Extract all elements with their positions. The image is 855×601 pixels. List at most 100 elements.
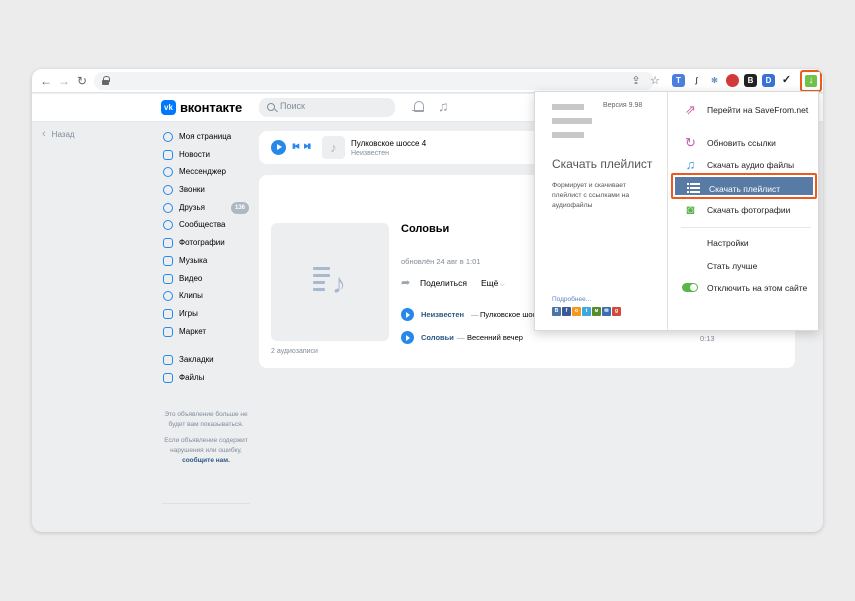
nav-item-label: Друзья xyxy=(179,202,205,212)
odnoklassniki-share-icon[interactable]: о xyxy=(572,307,581,316)
menu-item-go-to-savefrom[interactable]: ⇗ Перейти на SaveFrom.net xyxy=(669,99,819,121)
track-dash: — xyxy=(471,310,479,319)
previous-track-icon[interactable]: ▮◀ xyxy=(292,142,299,150)
nav-item-messenger[interactable]: Мессенджер xyxy=(160,165,252,183)
nav-item-label: Закладки xyxy=(179,355,214,365)
player-track-artist[interactable]: Неизвестен xyxy=(351,150,389,157)
translate-extension-icon[interactable]: T xyxy=(672,74,685,87)
play-icon[interactable] xyxy=(401,308,414,321)
nav-item-my-page[interactable]: Моя страница xyxy=(160,130,252,148)
track-duration: 0:13 xyxy=(700,334,715,343)
nav-item-music[interactable]: Музыка xyxy=(160,254,252,272)
google-plus-share-icon[interactable]: g xyxy=(612,307,621,316)
next-track-icon[interactable]: ▶▮ xyxy=(304,142,311,150)
pokeball-extension-icon[interactable] xyxy=(726,74,739,87)
menu-item-refresh-links[interactable]: ↻ Обновить ссылки xyxy=(669,132,819,154)
track-artist[interactable]: Соловьи xyxy=(421,333,454,342)
address-bar[interactable] xyxy=(94,72,654,90)
nav-item-label: Сообщества xyxy=(179,220,226,230)
nav-item-files[interactable]: Файлы xyxy=(160,371,252,389)
menu-item-download-playlist[interactable]: Скачать плейлист xyxy=(671,173,817,199)
nav-item-video[interactable]: Видео xyxy=(160,272,252,290)
nav-item-games[interactable]: Игры xyxy=(160,307,252,325)
puzzle-extension-icon[interactable]: ✻ xyxy=(708,74,721,87)
camera-icon: ◙ xyxy=(686,202,695,217)
bell-icon[interactable] xyxy=(412,100,424,113)
playlist-cover-icon: ♪ xyxy=(313,263,349,299)
nav-item-calls[interactable]: Звонки xyxy=(160,183,252,201)
hook-extension-icon[interactable]: ʃ xyxy=(690,74,703,87)
nav-item-label: Клипы xyxy=(179,291,203,301)
menu-item-label: Скачать фотографии xyxy=(707,205,791,215)
moimir-share-icon[interactable]: м xyxy=(592,307,601,316)
savefrom-feature-title: Скачать плейлист xyxy=(552,157,653,171)
share-button[interactable]: Поделиться xyxy=(420,278,467,288)
vk-logo[interactable]: vk xyxy=(161,100,176,115)
play-icon[interactable] xyxy=(401,331,414,344)
share-page-icon[interactable]: ⇪ xyxy=(629,74,643,88)
share-icon[interactable]: ➦ xyxy=(401,276,410,289)
ad-divider xyxy=(162,503,250,504)
news-icon xyxy=(163,149,173,160)
placeholder-bar xyxy=(552,104,584,110)
nav-item-label: Музыка xyxy=(179,255,208,265)
menu-item-label: Настройки xyxy=(707,238,749,248)
browser-window: ← → ↻ ⇪ ☆ T ʃ ✻ B D ✓ ↓ vk вконтакте Пои… xyxy=(32,69,823,532)
b-extension-icon[interactable]: B xyxy=(744,74,757,87)
mail-share-icon[interactable]: ✉ xyxy=(602,307,611,316)
check-extension-icon[interactable]: ✓ xyxy=(780,74,793,87)
vk-brand-name[interactable]: вконтакте xyxy=(180,100,242,115)
back-link[interactable]: ‹ Назад xyxy=(42,128,75,140)
nav-item-label: Новости xyxy=(179,149,210,159)
nav-item-label: Звонки xyxy=(179,185,205,195)
nav-item-bookmarks[interactable]: Закладки xyxy=(160,353,252,371)
refresh-icon: ↻ xyxy=(685,135,696,150)
nav-item-friends[interactable]: Друзья 136 xyxy=(160,201,252,219)
menu-item-label: Скачать аудио файлы xyxy=(707,160,795,170)
menu-item-label: Перейти на SaveFrom.net xyxy=(707,105,809,115)
file-icon xyxy=(163,372,173,383)
search-icon xyxy=(267,103,275,111)
ad-report-label: Если объявление содержит нарушения или о… xyxy=(164,437,248,454)
audio-player: ▮◀ ▶▮ ♪ Пулковское шоссе 4 Неизвестен xyxy=(259,131,549,164)
menu-item-improve[interactable]: Стать лучше xyxy=(669,255,819,277)
ad-hidden-text: Это объявление больше не будет вам показ… xyxy=(164,411,248,428)
nav-item-market[interactable]: Маркет xyxy=(160,325,252,343)
more-button[interactable]: Ещё ⌵ xyxy=(481,278,505,289)
forward-arrow-icon[interactable]: → xyxy=(56,73,72,89)
track-row[interactable]: Соловьи — Весенний вечер xyxy=(401,330,671,346)
nav-item-clips[interactable]: Клипы xyxy=(160,289,252,307)
menu-item-settings[interactable]: Настройки xyxy=(669,232,819,254)
search-input[interactable]: Поиск xyxy=(259,98,395,117)
nav-item-label: Маркет xyxy=(179,326,207,336)
ad-report-text: Если объявление содержит нарушения или о… xyxy=(160,436,252,466)
clips-icon xyxy=(163,291,173,302)
placeholder-bar xyxy=(552,118,592,124)
savefrom-extension-button[interactable]: ↓ xyxy=(800,70,822,92)
player-track-title[interactable]: Пулковское шоссе 4 xyxy=(351,139,426,148)
nav-item-groups[interactable]: Сообщества xyxy=(160,218,252,236)
menu-item-download-photos[interactable]: ◙ Скачать фотографии xyxy=(669,199,819,221)
nav-divider xyxy=(160,342,252,353)
savefrom-more-link[interactable]: Подробнее... xyxy=(552,296,591,303)
toggle-icon[interactable] xyxy=(682,283,698,292)
more-label: Ещё xyxy=(481,278,499,288)
back-arrow-icon[interactable]: ← xyxy=(38,73,54,89)
active-menu-background: Скачать плейлист xyxy=(675,177,813,195)
bookmark-star-icon[interactable]: ☆ xyxy=(648,74,662,88)
messenger-icon xyxy=(163,167,173,178)
twitter-share-icon[interactable]: t xyxy=(582,307,591,316)
track-artist[interactable]: Неизвестен xyxy=(421,310,464,319)
menu-item-disable-on-site[interactable]: Отключить на этом сайте xyxy=(669,277,819,299)
nav-item-news[interactable]: Новости xyxy=(160,148,252,166)
reload-icon[interactable]: ↻ xyxy=(74,73,90,89)
list-icon xyxy=(687,183,700,193)
music-note-icon[interactable]: ♫ xyxy=(438,98,452,114)
facebook-share-icon[interactable]: f xyxy=(562,307,571,316)
play-icon[interactable] xyxy=(271,140,286,155)
ad-report-link[interactable]: сообщите нам. xyxy=(182,457,230,464)
video-icon xyxy=(163,273,173,284)
vk-share-icon[interactable]: В xyxy=(552,307,561,316)
d-extension-icon[interactable]: D xyxy=(762,74,775,87)
nav-item-photos[interactable]: Фотографии xyxy=(160,236,252,254)
